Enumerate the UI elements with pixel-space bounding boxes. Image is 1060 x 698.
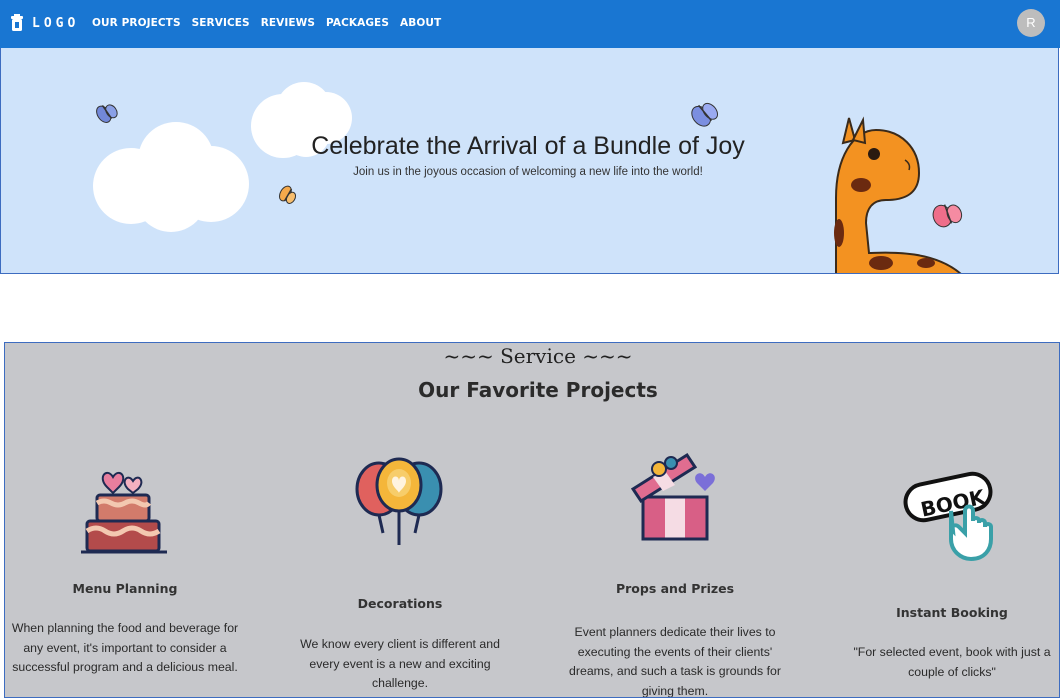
cake-icon bbox=[81, 471, 167, 554]
nav-links: OUR PROJECTS SERVICES REVIEWS PACKAGES A… bbox=[92, 17, 441, 29]
nav-link-services[interactable]: SERVICES bbox=[192, 17, 250, 29]
logo-text: LOGO bbox=[32, 15, 80, 31]
butterfly-icon bbox=[691, 102, 719, 127]
logo[interactable]: LOGO bbox=[10, 14, 79, 32]
butterfly-icon bbox=[96, 104, 118, 123]
card-description: "For selected event, book with just a co… bbox=[853, 645, 1051, 679]
butterfly-icon bbox=[932, 204, 963, 228]
card-title: Decorations bbox=[357, 596, 443, 611]
nav-link-reviews[interactable]: REVIEWS bbox=[261, 17, 315, 29]
top-navbar: LOGO OUR PROJECTS SERVICES REVIEWS PACKA… bbox=[0, 0, 1060, 48]
card-title: Menu Planning bbox=[72, 581, 178, 596]
book-button-icon[interactable]: BOOK bbox=[899, 469, 1009, 565]
card-title: Props and Prizes bbox=[615, 581, 735, 596]
service-card-instant-booking: BOOK Instant Booking "For selected event… bbox=[843, 453, 1059, 697]
balloons-icon bbox=[355, 457, 443, 545]
hero-title: Celebrate the Arrival of a Bundle of Joy bbox=[311, 132, 745, 160]
section-heading: Our Favorite Projects bbox=[418, 378, 658, 402]
services-section: ~~~ Service ~~~ Our Favorite Projects Me… bbox=[4, 342, 1060, 698]
nav-link-about[interactable]: ABOUT bbox=[400, 17, 441, 29]
service-card-decorations: Decorations We know every client is diff… bbox=[287, 453, 513, 697]
gift-box-icon bbox=[630, 452, 715, 541]
service-card-menu-planning: Menu Planning When planning the food and… bbox=[5, 453, 245, 697]
mug-icon bbox=[11, 14, 23, 31]
nav-link-packages[interactable]: PACKAGES bbox=[326, 17, 389, 29]
hero-banner: Celebrate the Arrival of a Bundle of Joy… bbox=[0, 48, 1059, 274]
hero-decorations bbox=[93, 82, 963, 273]
butterfly-icon bbox=[279, 185, 297, 204]
card-description: Event planners dedicate their lives to e… bbox=[569, 625, 781, 698]
card-description: When planning the food and beverage for … bbox=[11, 621, 239, 674]
hero-subtitle: Join us in the joyous occasion of welcom… bbox=[353, 166, 703, 178]
card-title: Instant Booking bbox=[896, 605, 1008, 620]
section-overline: ~~~ Service ~~~ bbox=[443, 344, 633, 368]
service-card-props-prizes: Props and Prizes Event planners dedicate… bbox=[561, 452, 789, 698]
nav-link-our-projects[interactable]: OUR PROJECTS bbox=[92, 17, 181, 29]
card-description: We know every client is different and ev… bbox=[300, 637, 500, 690]
avatar[interactable]: R bbox=[1017, 9, 1045, 37]
